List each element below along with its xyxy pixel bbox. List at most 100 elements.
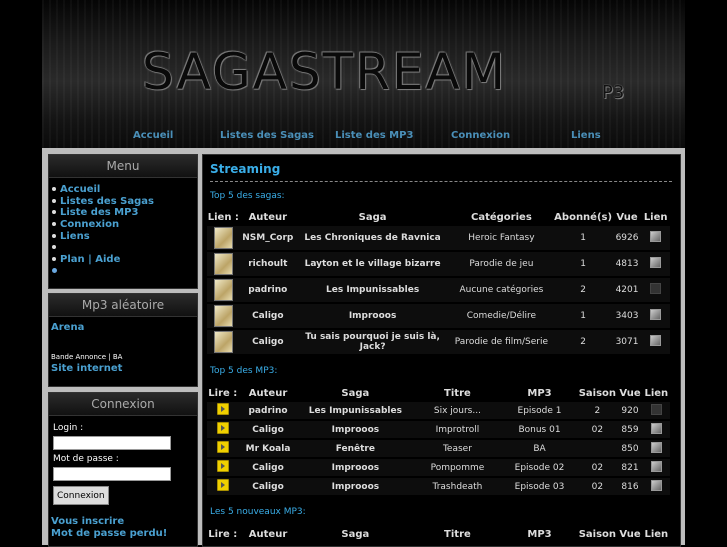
saga-views: 4813 <box>612 252 642 276</box>
new-mp3-table: Lire : Auteur Saga Titre MP3 Saison Vue … <box>207 525 670 543</box>
mp3-saga[interactable]: Fenêtre <box>297 440 414 457</box>
login-label: Login : <box>53 423 84 433</box>
saga-thumbnail-icon[interactable] <box>213 331 233 353</box>
external-link-icon[interactable] <box>650 231 662 242</box>
saga-thumbnail-cell[interactable] <box>207 252 240 276</box>
saga-title[interactable]: Layton et le village bizarre <box>295 252 450 276</box>
external-link-icon[interactable] <box>650 403 662 415</box>
mp3-season: 2 <box>577 402 618 419</box>
mp3-link-cell[interactable] <box>642 440 670 457</box>
col-header-auteur: Auteur <box>248 387 288 399</box>
mp3-random-track[interactable]: Arena <box>51 322 84 333</box>
play-cell[interactable] <box>207 459 239 476</box>
col-header-vue: Vue <box>619 387 641 399</box>
register-link[interactable]: Vous inscrire <box>51 516 124 527</box>
saga-author[interactable]: padrino <box>239 278 296 302</box>
menu-item-extra[interactable] <box>52 266 197 278</box>
play-icon[interactable] <box>216 422 229 434</box>
saga-title[interactable]: Tu sais pourquoi je suis là, Jack? <box>295 330 450 354</box>
mp3-link-cell[interactable] <box>642 478 670 495</box>
saga-author[interactable]: NSM_Corp <box>239 226 296 250</box>
mp3-title: Improtroll <box>413 421 502 438</box>
saga-thumbnail-cell[interactable] <box>207 278 240 302</box>
saga-thumbnail-cell[interactable] <box>207 304 240 328</box>
saga-thumbnail-icon[interactable] <box>213 227 233 249</box>
col-header-lire: Lire : <box>208 387 238 399</box>
col-header-saison: Saison <box>578 528 617 540</box>
play-icon[interactable] <box>216 479 229 491</box>
password-input[interactable] <box>53 467 171 481</box>
external-link-icon[interactable] <box>650 422 662 434</box>
mp3-author[interactable]: padrino <box>238 402 298 419</box>
forgot-password-link[interactable]: Mot de passe perdu! <box>51 528 167 539</box>
login-input[interactable] <box>53 436 171 450</box>
nav-connexion[interactable]: Connexion <box>451 130 510 141</box>
saga-category: Parodie de jeu <box>449 252 554 276</box>
play-cell[interactable] <box>207 440 239 457</box>
saga-author[interactable]: richoult <box>239 252 296 276</box>
saga-thumbnail-icon[interactable] <box>213 305 233 327</box>
external-link-icon[interactable] <box>650 441 662 453</box>
table-row: padrino Les Impunissables Six jours... Epis… <box>207 402 670 419</box>
external-link-icon[interactable] <box>650 335 662 346</box>
saga-thumbnail-icon[interactable] <box>213 253 233 275</box>
menu-item-liste-mp3[interactable]: Liste des MP3 <box>52 207 197 219</box>
saga-subscribers: 1 <box>553 304 613 328</box>
saga-title[interactable]: Improoos <box>295 304 450 328</box>
mp3-random-site-link[interactable]: Site internet <box>51 363 122 374</box>
mp3-author[interactable]: Mr Koala <box>238 440 298 457</box>
col-header-saga: Saga <box>341 528 370 540</box>
saga-link-cell[interactable] <box>641 330 670 354</box>
saga-thumbnail-cell[interactable] <box>207 330 240 354</box>
mp3-saga[interactable]: Les Impunissables <box>297 402 414 419</box>
mp3-author[interactable]: Caligo <box>238 478 298 495</box>
mp3-author[interactable]: Caligo <box>238 421 298 438</box>
saga-author[interactable]: Caligo <box>239 304 296 328</box>
saga-thumbnail-icon[interactable] <box>213 279 233 301</box>
nav-liste-mp3[interactable]: Liste des MP3 <box>335 130 413 141</box>
saga-link-cell[interactable] <box>641 252 670 276</box>
mp3-views: 816 <box>617 478 643 495</box>
mp3-saga[interactable]: Improoos <box>297 421 414 438</box>
play-icon[interactable] <box>216 403 229 415</box>
saga-category: Parodie de film/Serie <box>449 330 554 354</box>
bullet-icon <box>52 257 56 262</box>
nav-accueil[interactable]: Accueil <box>133 130 173 141</box>
menu-item-connexion[interactable]: Connexion <box>52 219 197 231</box>
play-cell[interactable] <box>207 402 239 419</box>
nav-liens[interactable]: Liens <box>571 130 601 141</box>
saga-link-cell[interactable] <box>641 278 670 302</box>
menu-item-liens[interactable]: Liens <box>52 231 197 243</box>
mp3-author[interactable]: Caligo <box>238 459 298 476</box>
external-link-icon[interactable] <box>650 309 662 320</box>
play-cell[interactable] <box>207 421 239 438</box>
col-header-auteur: Auteur <box>248 528 288 540</box>
mp3-saga[interactable]: Improoos <box>297 478 414 495</box>
external-link-icon[interactable] <box>650 479 662 491</box>
saga-author[interactable]: Caligo <box>239 330 296 354</box>
play-cell[interactable] <box>207 478 239 495</box>
external-link-icon[interactable] <box>650 257 662 268</box>
mp3-link-cell[interactable] <box>642 421 670 438</box>
mp3-saga[interactable]: Improoos <box>297 459 414 476</box>
saga-thumbnail-cell[interactable] <box>207 226 240 250</box>
saga-title[interactable]: Les Chroniques de Ravnica <box>295 226 450 250</box>
saga-views: 4201 <box>612 278 642 302</box>
mp3-random-title: Mp3 aléatoire <box>49 294 197 317</box>
external-link-icon[interactable] <box>650 283 662 294</box>
saga-subscribers: 2 <box>553 278 613 302</box>
saga-link-cell[interactable] <box>641 226 670 250</box>
menu-item-listes-sagas[interactable]: Listes des Sagas <box>52 196 197 208</box>
play-icon[interactable] <box>216 460 229 472</box>
login-button[interactable]: Connexion <box>53 486 109 505</box>
saga-link-cell[interactable] <box>641 304 670 328</box>
menu-item-plan-aide[interactable]: Plan | Aide <box>52 254 197 266</box>
menu-item-accueil[interactable]: Accueil <box>52 184 197 196</box>
play-icon[interactable] <box>216 441 229 453</box>
mp3-episode: Episode 1 <box>501 402 578 419</box>
nav-listes-sagas[interactable]: Listes des Sagas <box>220 130 314 141</box>
mp3-link-cell[interactable] <box>642 402 670 419</box>
external-link-icon[interactable] <box>650 460 662 472</box>
mp3-link-cell[interactable] <box>642 459 670 476</box>
saga-title[interactable]: Les Impunissables <box>295 278 450 302</box>
